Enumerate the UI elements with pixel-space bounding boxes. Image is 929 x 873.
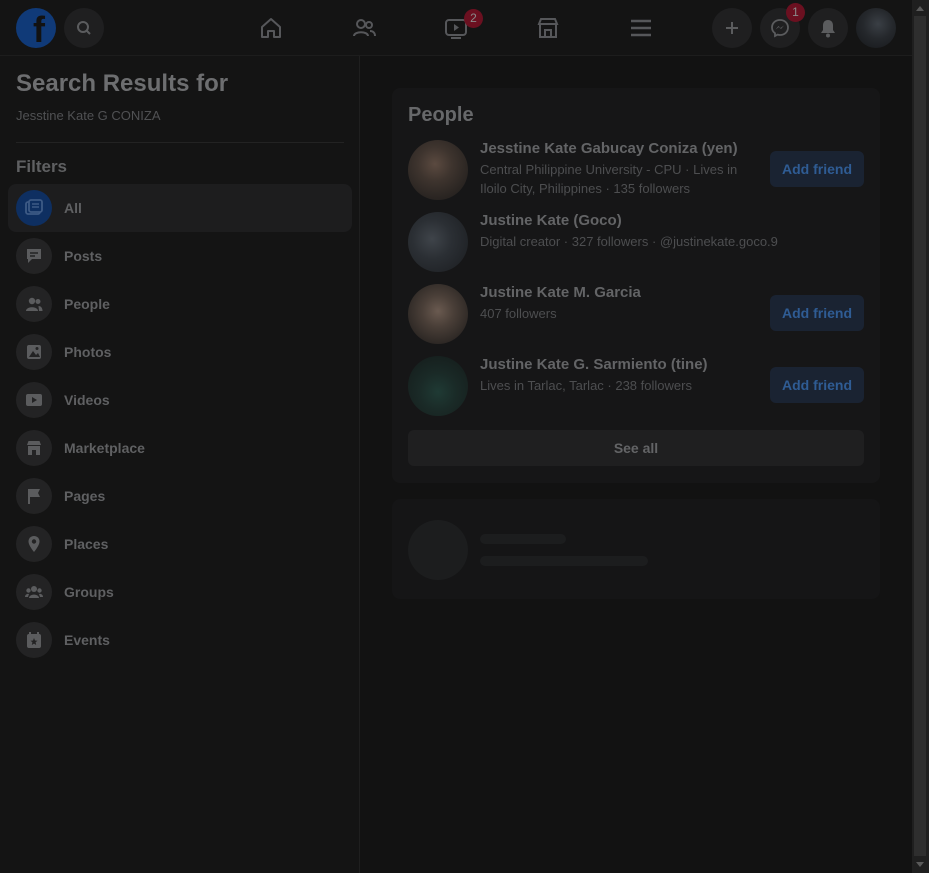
filter-label: Pages bbox=[64, 488, 106, 504]
person-result[interactable]: Justine Kate (Goco) Digital creator · 32… bbox=[408, 212, 864, 272]
search-button[interactable] bbox=[64, 8, 104, 48]
placeholder-line bbox=[480, 534, 566, 544]
filter-label: All bbox=[64, 200, 82, 216]
scroll-down-arrow[interactable] bbox=[916, 862, 924, 867]
home-icon bbox=[261, 18, 281, 38]
marketplace-icon bbox=[537, 18, 559, 38]
nav-marketplace[interactable] bbox=[532, 12, 564, 44]
filter-label: Marketplace bbox=[64, 440, 145, 456]
filter-videos[interactable]: Videos bbox=[8, 376, 352, 424]
people-icon bbox=[16, 286, 52, 322]
filter-label: People bbox=[64, 296, 110, 312]
facebook-logo[interactable]: f bbox=[16, 8, 56, 48]
filter-label: Groups bbox=[64, 584, 114, 600]
filters-heading: Filters bbox=[16, 157, 68, 176]
filter-label: Photos bbox=[64, 344, 112, 360]
search-icon bbox=[77, 21, 91, 35]
page-scrollbar[interactable] bbox=[912, 0, 929, 873]
filter-events[interactable]: Events bbox=[8, 616, 352, 664]
person-avatar[interactable] bbox=[408, 356, 468, 416]
divider bbox=[16, 142, 344, 143]
nav-menu[interactable] bbox=[625, 12, 657, 44]
photos-icon bbox=[16, 334, 52, 370]
add-friend-button[interactable]: Add friend bbox=[770, 367, 864, 403]
videos-icon bbox=[16, 382, 52, 418]
person-result[interactable]: Justine Kate G. Sarmiento (tine) Lives i… bbox=[408, 356, 864, 416]
section-title: People bbox=[408, 104, 474, 126]
calendar-star-icon bbox=[16, 622, 52, 658]
person-name[interactable]: Justine Kate G. Sarmiento (tine) bbox=[480, 356, 708, 373]
marketplace-icon bbox=[16, 430, 52, 466]
add-friend-button[interactable]: Add friend bbox=[770, 151, 864, 187]
person-result[interactable]: Justine Kate M. Garcia 407 followers Add… bbox=[408, 284, 864, 344]
top-navigation-bar: f 2 1 bbox=[0, 0, 912, 56]
groups-icon bbox=[16, 574, 52, 610]
watch-badge: 2 bbox=[464, 9, 483, 28]
filter-pages[interactable]: Pages bbox=[8, 472, 352, 520]
messenger-icon bbox=[771, 19, 789, 38]
page-title: Search Results for bbox=[16, 70, 229, 97]
location-pin-icon bbox=[16, 526, 52, 562]
create-button[interactable] bbox=[712, 8, 752, 48]
filter-label: Places bbox=[64, 536, 109, 552]
person-avatar[interactable] bbox=[408, 140, 468, 200]
see-all-button[interactable]: See all bbox=[408, 430, 864, 466]
people-results-card: People Jesstine Kate Gabucay Coniza (yen… bbox=[392, 88, 880, 483]
all-results-icon bbox=[16, 190, 52, 226]
placeholder-line bbox=[480, 556, 648, 566]
filter-people[interactable]: People bbox=[8, 280, 352, 328]
messenger-badge: 1 bbox=[786, 3, 805, 22]
person-info: Lives in Tarlac, Tarlac · 238 followers bbox=[480, 378, 692, 393]
filter-label: Videos bbox=[64, 392, 110, 408]
person-name[interactable]: Justine Kate M. Garcia bbox=[480, 284, 641, 301]
person-avatar[interactable] bbox=[408, 212, 468, 272]
flag-icon bbox=[16, 478, 52, 514]
menu-icon bbox=[631, 19, 651, 37]
filter-groups[interactable]: Groups bbox=[8, 568, 352, 616]
filter-places[interactable]: Places bbox=[8, 520, 352, 568]
account-avatar[interactable] bbox=[856, 8, 896, 48]
person-name[interactable]: Justine Kate (Goco) bbox=[480, 212, 622, 229]
filter-marketplace[interactable]: Marketplace bbox=[8, 424, 352, 472]
person-info: Central Philippine University - CPU · Li… bbox=[480, 162, 738, 196]
filter-label: Events bbox=[64, 632, 110, 648]
scroll-up-arrow[interactable] bbox=[916, 6, 924, 11]
filter-posts[interactable]: Posts bbox=[8, 232, 352, 280]
loading-placeholder-card bbox=[392, 499, 880, 599]
nav-home[interactable] bbox=[255, 12, 287, 44]
filter-photos[interactable]: Photos bbox=[8, 328, 352, 376]
search-query: Jesstine Kate G CONIZA bbox=[16, 108, 161, 123]
bell-icon bbox=[821, 20, 835, 38]
filter-label: Posts bbox=[64, 248, 103, 264]
search-filters-sidebar: Search Results for Jesstine Kate G CONIZ… bbox=[0, 56, 360, 873]
notifications-button[interactable] bbox=[808, 8, 848, 48]
person-info: 407 followers bbox=[480, 306, 557, 321]
add-friend-button[interactable]: Add friend bbox=[770, 295, 864, 331]
plus-icon bbox=[726, 22, 738, 34]
filter-all[interactable]: All bbox=[8, 184, 352, 232]
person-result[interactable]: Jesstine Kate Gabucay Coniza (yen) Centr… bbox=[408, 140, 864, 200]
person-avatar[interactable] bbox=[408, 284, 468, 344]
friends-icon bbox=[353, 19, 376, 37]
person-info: Digital creator · 327 followers · @justi… bbox=[480, 234, 778, 249]
nav-friends[interactable] bbox=[348, 12, 380, 44]
placeholder-avatar bbox=[408, 520, 468, 580]
posts-icon bbox=[16, 238, 52, 274]
scroll-thumb[interactable] bbox=[914, 16, 926, 856]
person-name[interactable]: Jesstine Kate Gabucay Coniza (yen) bbox=[480, 140, 738, 157]
